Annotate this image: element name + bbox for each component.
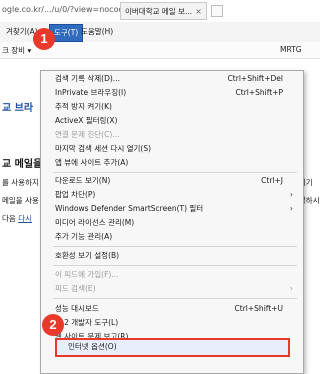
address-url[interactable]: ogle.co.kr/.../u/0/?view=nocookies	[2, 5, 139, 14]
step-2-badge: 2	[42, 314, 64, 336]
menu-item-label: 앱 뷰에 사이트 추가(A)	[55, 158, 129, 167]
menu-item-popup-blocker[interactable]: 팝업 차단(P) ›	[55, 189, 295, 201]
page-heading: 교 메일을	[2, 159, 43, 170]
favorites-item-devices[interactable]: 크 장비 ▾	[2, 45, 31, 56]
menu-item-label: 연결 문제 진단(C)...	[55, 130, 120, 139]
menu-item-shortcut: Ctrl+J	[261, 176, 283, 185]
menu-item-label: 호환성 보기 설정(B)	[55, 251, 120, 260]
favorites-item-mrtg[interactable]: MRTG	[280, 45, 302, 54]
menu-item-media-licenses[interactable]: 미디어 라이선스 관리(M)	[55, 217, 295, 229]
new-tab-button[interactable]	[210, 5, 223, 17]
menu-item-label: 마지막 검색 세션 다시 열기(S)	[55, 144, 152, 153]
menu-item-label: 피드 검색(E)	[55, 284, 96, 293]
page-text-prefix: 다음	[2, 214, 16, 223]
address-bar[interactable]: ogle.co.kr/.../u/0/?view=nocookies 이버대학교…	[0, 0, 320, 23]
menu-separator	[53, 265, 297, 266]
submenu-arrow-icon: ›	[290, 204, 293, 213]
tab-title: 이버대학교 메일 보...	[125, 6, 193, 16]
menu-help[interactable]: 도움말(H)	[77, 24, 117, 40]
step-1-badge: 1	[33, 28, 55, 50]
menu-item-activex-filtering[interactable]: ActiveX 필터링(X)	[55, 115, 295, 127]
menu-item-shortcut: Ctrl+Shift+U	[234, 304, 283, 313]
menu-item-label: InPrivate 브라우징(I)	[55, 88, 127, 97]
menu-item-manage-addons[interactable]: 추가 기능 관리(A)	[55, 231, 295, 243]
menu-item-compatibility-view[interactable]: 호환성 보기 설정(B)	[55, 250, 295, 262]
menu-item-reopen-session[interactable]: 마지막 검색 세션 다시 열기(S)	[55, 143, 295, 155]
tab-strip: 이버대학교 메일 보... ×	[120, 2, 223, 20]
menu-item-label: Windows Defender SmartScreen(T) 필터	[55, 204, 204, 213]
menu-item-inprivate[interactable]: InPrivate 브라우징(I) Ctrl+Shift+P	[55, 87, 295, 99]
menu-item-label: 추가 기능 관리(A)	[55, 232, 113, 241]
menu-item-label: 다운로드 보기(N)	[55, 176, 111, 185]
page-text-line: 메일을 사용	[2, 196, 39, 205]
menu-item-label: 성능 대시보드	[55, 304, 99, 313]
menu-item-diagnose-connection: 연결 문제 진단(C)...	[55, 129, 295, 141]
menu-item-label: ActiveX 필터링(X)	[55, 116, 118, 125]
menu-item-shortcut: Ctrl+Shift+P	[235, 88, 283, 97]
menu-item-subscribe-feed: 이 피드에 가입(F)...	[55, 269, 295, 281]
menu-item-tracking-protection[interactable]: 추적 방지 켜기(K)	[55, 101, 295, 113]
submenu-arrow-icon: ›	[290, 284, 293, 293]
menu-item-label: F12 개발자 도구(L)	[55, 318, 119, 327]
page-title: 교 브라	[2, 103, 34, 114]
menu-item-performance-dashboard[interactable]: 성능 대시보드 Ctrl+Shift+U	[55, 303, 295, 315]
menu-item-label: 검색 기록 삭제(D)...	[55, 74, 120, 83]
menu-item-smartscreen[interactable]: Windows Defender SmartScreen(T) 필터 ›	[55, 203, 295, 215]
menu-separator	[53, 298, 297, 299]
menu-item-add-site-apps[interactable]: 앱 뷰에 사이트 추가(A)	[55, 157, 295, 169]
internet-options-label[interactable]: 인터넷 옵션(O)	[68, 341, 117, 352]
menu-item-developer-tools[interactable]: F12 개발자 도구(L)	[55, 317, 295, 329]
tools-dropdown-menu: 검색 기록 삭제(D)... Ctrl+Shift+Del InPrivate …	[40, 70, 304, 374]
page-link-again[interactable]: 다시	[18, 214, 32, 223]
menu-separator	[53, 172, 297, 173]
page-text-line: 다음 다시	[2, 213, 32, 224]
menu-item-delete-history[interactable]: 검색 기록 삭제(D)... Ctrl+Shift+Del	[55, 73, 295, 85]
menu-item-shortcut: Ctrl+Shift+Del	[227, 74, 283, 83]
menu-item-label: 이 피드에 가입(F)...	[55, 270, 119, 279]
menu-item-view-downloads[interactable]: 다운로드 보기(N) Ctrl+J	[55, 175, 295, 187]
browser-tab[interactable]: 이버대학교 메일 보... ×	[120, 2, 207, 20]
tab-close-icon[interactable]: ×	[195, 7, 202, 16]
page-text-line: 를 사용하지	[2, 178, 39, 187]
menu-item-feed-discovery: 피드 검색(E) ›	[55, 283, 295, 295]
submenu-arrow-icon: ›	[290, 190, 293, 199]
menu-item-label: 팝업 차단(P)	[55, 190, 96, 199]
menu-item-label: 추적 방지 켜기(K)	[55, 102, 112, 111]
menu-separator	[53, 246, 297, 247]
menu-item-label: 미디어 라이선스 관리(M)	[55, 218, 135, 227]
